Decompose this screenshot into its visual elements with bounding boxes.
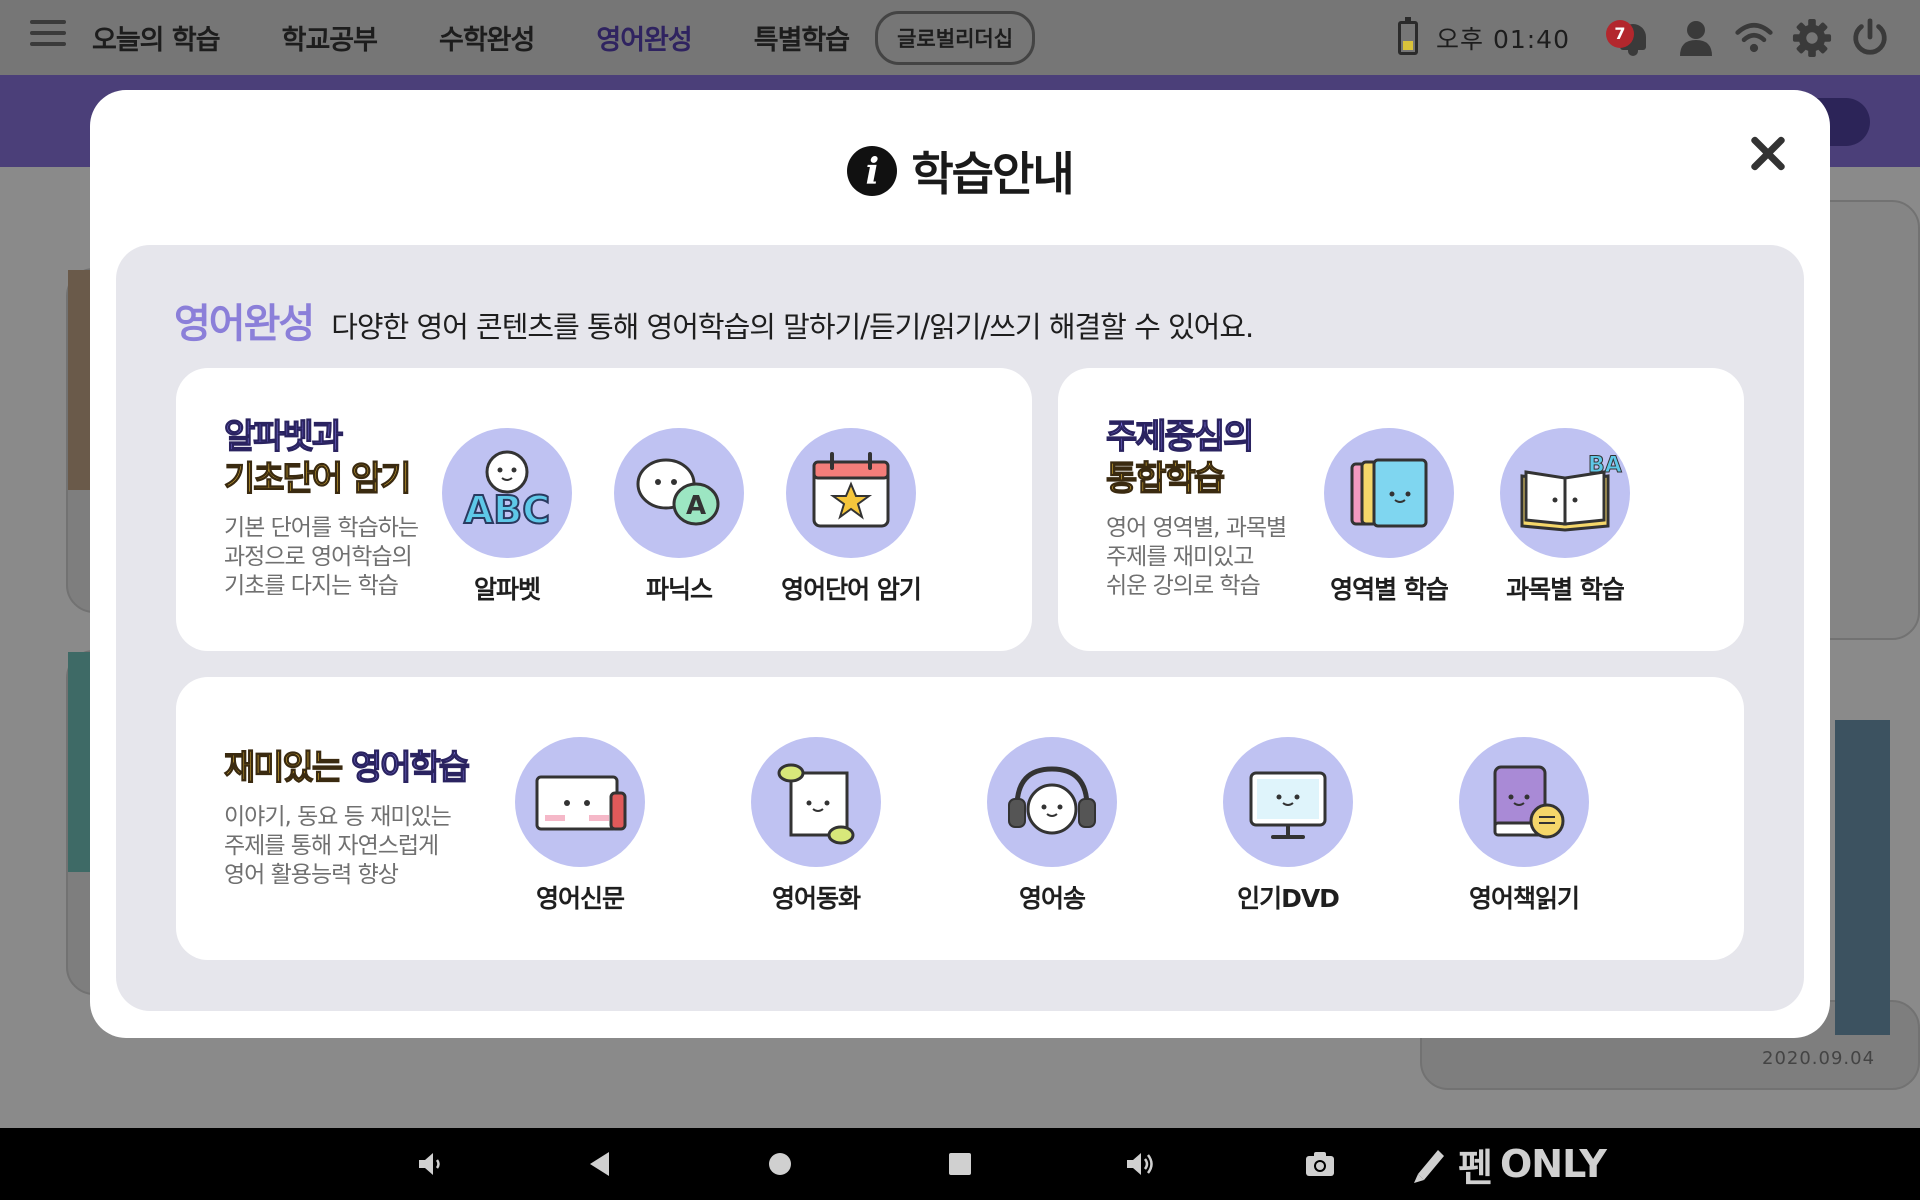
section-title: 영어완성 <box>174 301 315 347</box>
recents-icon[interactable] <box>930 1128 990 1200</box>
item-label: 알파벳 <box>473 575 541 604</box>
clock: 오후 01:40 <box>1436 24 1570 54</box>
item-dvd[interactable]: 인기DVD <box>1203 737 1373 915</box>
newspaper-icon <box>515 737 645 867</box>
item-label: 과목별 학습 <box>1506 575 1625 604</box>
status-area: 오후 01:40 7 <box>1398 0 1920 75</box>
item-by-area[interactable]: 영역별 학습 <box>1304 428 1474 606</box>
volume-up-icon[interactable] <box>1110 1128 1170 1200</box>
item-label: 영어송 <box>1018 884 1086 913</box>
svg-text:BA: BA <box>1588 453 1622 478</box>
svg-text:A: A <box>686 491 706 521</box>
pencil-icon <box>1414 1150 1444 1183</box>
gear-icon[interactable] <box>1792 18 1832 58</box>
modal-header: i 학습안내 <box>90 138 1830 204</box>
scroll-icon <box>751 737 881 867</box>
main-nav: 오늘의 학습 학교공부 수학완성 영어완성 특별학습 글로벌리더십 <box>92 0 1036 75</box>
item-label: 영어신문 <box>535 884 625 913</box>
back-icon[interactable] <box>570 1128 630 1200</box>
home-icon[interactable] <box>750 1128 810 1200</box>
book-chat-icon <box>1459 737 1589 867</box>
item-songs[interactable]: 영어송 <box>967 737 1137 915</box>
notification-badge: 7 <box>1606 19 1634 48</box>
monitor-icon <box>1223 737 1353 867</box>
section-intro: 영어완성 다양한 영어 콘텐츠를 통해 영어학습의 말하기/듣기/읽기/쓰기 해… <box>174 291 1254 349</box>
nav-today[interactable]: 오늘의 학습 <box>92 18 221 57</box>
books-icon <box>1324 428 1454 558</box>
nav-english[interactable]: 영어완성 <box>596 18 692 57</box>
modal-title: 학습안내 <box>911 147 1074 201</box>
user-icon[interactable] <box>1676 18 1716 58</box>
open-book-icon: BA <box>1500 428 1630 558</box>
abc-icon: ABC <box>442 428 572 558</box>
item-label: 영역별 학습 <box>1330 575 1449 604</box>
card-description: 기본 단어를 학습하는 과정으로 영어학습의 기초를 다지는 학습 <box>224 515 419 599</box>
item-label: 영어동화 <box>771 884 861 913</box>
learning-guide-modal: i 학습안내 영어완성 다양한 영어 콘텐츠를 통해 영어학습의 말하기/듣기/… <box>90 90 1830 1038</box>
close-button[interactable] <box>1740 126 1796 182</box>
post-date: 2020.09.04 <box>1762 1048 1876 1069</box>
wifi-icon[interactable] <box>1734 18 1774 58</box>
bg-thumbnail-left-1 <box>68 270 90 490</box>
item-fairytale[interactable]: 영어동화 <box>731 737 901 915</box>
nav-special[interactable]: 특별학습 <box>754 18 850 57</box>
item-label: 인기DVD <box>1237 884 1340 913</box>
item-book-reading[interactable]: 영어책읽기 <box>1439 737 1609 915</box>
speech-bubbles-icon: A <box>614 428 744 558</box>
bg-thumbnail-right <box>1835 720 1890 1035</box>
info-icon: i <box>847 146 898 196</box>
system-nav-bar: 펜 ONLY <box>0 1128 1920 1200</box>
card-fun-english: 재미있는 영어학습 이야기, 동요 등 재미있는 주제를 통해 자연스럽게 영어… <box>176 677 1744 960</box>
card-heading: 주제중심의 통합학습 <box>1105 416 1255 499</box>
pen-only-button[interactable]: 펜 ONLY <box>1410 1136 1607 1192</box>
item-alphabet[interactable]: ABC 알파벳 <box>422 428 592 606</box>
top-bar: 오늘의 학습 학교공부 수학완성 영어완성 특별학습 글로벌리더십 오후 01:… <box>0 0 1920 75</box>
battery-icon <box>1398 16 1418 55</box>
card-heading: 재미있는 영어학습 <box>223 747 470 788</box>
item-vocab-memorize[interactable]: 영어단어 암기 <box>766 428 936 606</box>
notification-button[interactable]: 7 <box>1606 18 1650 58</box>
pen-only-label: ONLY <box>1499 1142 1607 1186</box>
camera-icon[interactable] <box>1290 1128 1350 1200</box>
svg-text:ABC: ABC <box>464 488 550 532</box>
item-label: 파닉스 <box>645 575 713 604</box>
section-description: 다양한 영어 콘텐츠를 통해 영어학습의 말하기/듣기/읽기/쓰기 해결할 수 … <box>331 310 1254 344</box>
item-phonics[interactable]: A 파닉스 <box>594 428 764 606</box>
guide-content: 영어완성 다양한 영어 콘텐츠를 통해 영어학습의 말하기/듣기/읽기/쓰기 해… <box>116 245 1804 1011</box>
nav-math[interactable]: 수학완성 <box>439 18 535 57</box>
item-label: 영어책읽기 <box>1468 884 1580 913</box>
card-alphabet-basics: 알파벳과 기초단어 암기 기본 단어를 학습하는 과정으로 영어학습의 기초를 … <box>176 368 1032 651</box>
card-theme-integrated: 주제중심의 통합학습 영어 영역별, 과목별 주제를 재미있고 쉬운 강의로 학… <box>1058 368 1744 651</box>
nav-global-leadership[interactable]: 글로벌리더십 <box>875 10 1036 65</box>
power-icon[interactable] <box>1850 17 1890 58</box>
headphones-icon <box>987 737 1117 867</box>
pen-label: 펜 <box>1458 1145 1493 1190</box>
volume-down-icon[interactable] <box>400 1128 460 1200</box>
menu-icon[interactable] <box>30 20 66 52</box>
bg-thumbnail-left-2 <box>68 652 90 872</box>
card-description: 이야기, 동요 등 재미있는 주제를 통해 자연스럽게 영어 활용능력 향상 <box>224 804 452 888</box>
item-newspaper[interactable]: 영어신문 <box>495 737 665 915</box>
calendar-star-icon <box>786 428 916 558</box>
card-description: 영어 영역별, 과목별 주제를 재미있고 쉬운 강의로 학습 <box>1106 515 1287 599</box>
item-by-subject[interactable]: BA 과목별 학습 <box>1480 428 1650 606</box>
nav-school[interactable]: 학교공부 <box>282 18 378 57</box>
item-label: 영어단어 암기 <box>781 575 922 604</box>
card-heading: 알파벳과 기초단어 암기 <box>223 416 412 499</box>
